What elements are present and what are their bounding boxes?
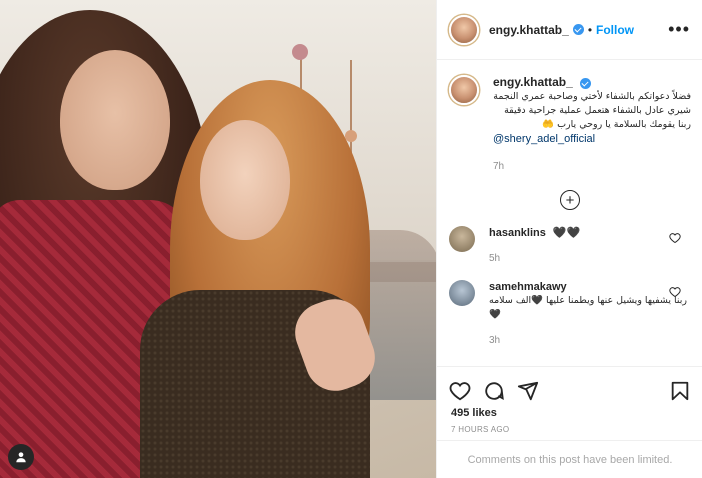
more-icon[interactable]: ••• xyxy=(668,19,690,40)
comment-time: 3h xyxy=(489,335,501,346)
comment-time: 5h xyxy=(489,253,501,264)
caption-time: 7h xyxy=(493,161,505,172)
comment-avatar[interactable] xyxy=(449,226,475,252)
post-username[interactable]: engy.khattab_ xyxy=(489,23,569,37)
caption-text: فضلاً دعواتكم بالشفاء لأختي وصاحبة عمري … xyxy=(493,91,691,130)
caption-body: engy.khattab_ فضلاً دعواتكم بالشفاء لأخت… xyxy=(493,75,691,174)
posted-time[interactable]: 7 HOURS AGO xyxy=(437,419,702,434)
avatar[interactable] xyxy=(449,14,479,45)
comment-item: hasanklins 🖤🖤 5h xyxy=(437,226,702,266)
caption-mention-link[interactable]: @shery_adel_official xyxy=(493,132,691,146)
caption-avatar[interactable] xyxy=(449,75,479,105)
add-comments-icon[interactable]: + xyxy=(560,190,580,210)
comment-avatar[interactable] xyxy=(449,280,475,306)
separator-dot: • xyxy=(587,22,593,37)
comment-body: samehmakawy ربنا يشفيها ويشيل عنها ويطمن… xyxy=(489,280,691,348)
follow-button[interactable]: Follow xyxy=(596,23,634,37)
comment-text: 🖤🖤 xyxy=(552,227,581,239)
comment-text: ربنا يشفيها ويشيل عنها ويطمنا عليها 🖤الف… xyxy=(489,295,688,320)
post-photo[interactable] xyxy=(0,0,436,478)
verified-icon xyxy=(572,24,584,35)
post-caption: engy.khattab_ فضلاً دعواتكم بالشفاء لأخت… xyxy=(437,61,702,174)
photo-person-right-face xyxy=(200,120,290,240)
comment-body: hasanklins 🖤🖤 5h xyxy=(489,226,691,266)
comment-username[interactable]: samehmakawy xyxy=(489,281,567,293)
comment-item: samehmakawy ربنا يشفيها ويشيل عنها ويطمن… xyxy=(437,280,702,348)
comments-limited-notice: Comments on this post have been limited. xyxy=(437,440,702,478)
likes-count[interactable]: 495 likes xyxy=(437,405,702,419)
bookmark-icon[interactable] xyxy=(669,380,691,402)
photo-person-left-face xyxy=(60,50,170,190)
share-icon[interactable] xyxy=(517,380,539,402)
post-sidebar: engy.khattab_ • Follow ••• engy.khattab_… xyxy=(436,0,702,478)
comments-area[interactable]: engy.khattab_ فضلاً دعواتكم بالشفاء لأخت… xyxy=(437,61,702,366)
post-actions: 495 likes 7 HOURS AGO Comments on this p… xyxy=(437,366,702,478)
like-comment-icon[interactable] xyxy=(669,286,681,298)
caption-username[interactable]: engy.khattab_ xyxy=(493,75,573,89)
post-header: engy.khattab_ • Follow ••• xyxy=(437,0,702,60)
like-icon[interactable] xyxy=(449,380,471,402)
photo-flower xyxy=(292,44,308,60)
action-icons-row xyxy=(437,367,702,405)
user-tag-icon[interactable] xyxy=(8,444,34,470)
like-comment-icon[interactable] xyxy=(669,232,681,244)
comment-username[interactable]: hasanklins xyxy=(489,227,546,239)
comment-icon[interactable] xyxy=(483,380,505,402)
verified-icon xyxy=(579,77,591,89)
